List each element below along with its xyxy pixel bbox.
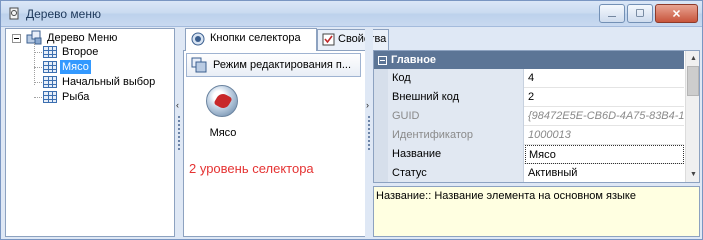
property-row-code[interactable]: Код 4 (374, 69, 684, 88)
property-name: Код (374, 69, 524, 88)
tree-connector (34, 82, 42, 83)
selector-level-label: 2 уровень селектора (189, 161, 314, 176)
tree-connector (34, 52, 42, 53)
scroll-up-icon[interactable]: ▲ (686, 51, 699, 66)
menu-tree[interactable]: Дерево Меню Второе Мясо Начальный выбор (5, 28, 175, 237)
splitter-grip[interactable] (178, 116, 180, 150)
client-area: Дерево Меню Второе Мясо Начальный выбор (3, 28, 700, 238)
category-header[interactable]: Главное (374, 51, 684, 69)
edit-mode-icon (191, 57, 207, 73)
property-value[interactable]: Активный (525, 164, 684, 182)
scroll-down-icon[interactable]: ▼ (686, 167, 699, 182)
tab-selector-buttons[interactable]: Кнопки селектора (185, 28, 317, 51)
menu-grid-icon (43, 46, 57, 58)
collapse-category-icon[interactable] (378, 56, 387, 65)
property-value[interactable]: 2 (525, 88, 684, 107)
selector-button-caption[interactable]: Мясо (206, 127, 240, 139)
app-window: Дерево меню — ☐ ✕ Дерево Меню Второе Мяс… (0, 0, 703, 240)
minimize-button[interactable]: — (599, 4, 625, 23)
category-label: Главное (391, 54, 437, 66)
tab-strip: Кнопки селектора Свойства (183, 28, 700, 51)
left-splitter[interactable]: ‹ (175, 28, 183, 237)
property-name: Статус (374, 164, 524, 182)
menu-grid-icon (43, 76, 57, 88)
property-grid-scrollbar[interactable]: ▲ ▼ (685, 51, 699, 182)
close-icon: ✕ (671, 8, 682, 20)
collapse-left-icon[interactable]: ‹ (176, 100, 179, 110)
tree-item-label: Рыба (62, 91, 90, 103)
tree-item-nachalny-vybor[interactable]: Начальный выбор (6, 75, 174, 89)
tree-connector (34, 97, 42, 98)
property-name: Название (374, 145, 524, 164)
collapse-toggle-icon[interactable] (12, 34, 21, 43)
property-row-external-code[interactable]: Внешний код 2 (374, 88, 684, 107)
property-row-identifier[interactable]: Идентификатор 1000013 (374, 126, 684, 145)
edit-mode-label: Режим редактирования п... (213, 59, 352, 71)
maximize-icon: ☐ (635, 8, 645, 19)
tab-label: Свойства (338, 33, 387, 45)
tab-properties[interactable]: Свойства (317, 29, 389, 50)
window-app-icon (9, 7, 19, 20)
menu-grid-icon (43, 61, 57, 73)
tree-root-label: Дерево Меню (47, 32, 118, 44)
property-row-guid[interactable]: GUID {98472E5E-CB6D-4A75-83B4-1 (374, 107, 684, 126)
selector-buttons-icon (191, 32, 205, 46)
property-name: GUID (374, 107, 524, 126)
minimize-icon: — (608, 11, 616, 21)
tree-item-myaso[interactable]: Мясо (6, 60, 174, 74)
tree-item-label: Мясо (60, 60, 91, 74)
tree-item-label: Второе (62, 46, 99, 58)
splitter-grip[interactable] (368, 116, 370, 150)
window-title: Дерево меню (26, 7, 101, 21)
property-grid[interactable]: Главное Код 4 Внешний код 2 GUID {98472E… (373, 50, 700, 183)
property-name: Идентификатор (374, 126, 524, 145)
tab-label: Кнопки селектора (210, 32, 301, 44)
meat-icon[interactable] (206, 85, 238, 117)
properties-check-icon (322, 33, 335, 46)
title-bar[interactable]: Дерево меню — ☐ ✕ (1, 1, 702, 27)
scroll-thumb[interactable] (687, 66, 699, 96)
tree-item-vtoroe[interactable]: Второе (6, 45, 174, 59)
maximize-button[interactable]: ☐ (627, 4, 653, 23)
right-splitter[interactable]: › (365, 28, 373, 237)
property-value: {98472E5E-CB6D-4A75-83B4-1 (528, 110, 684, 122)
collapse-right-icon[interactable]: › (366, 100, 369, 110)
edit-mode-button[interactable]: Режим редактирования п... (186, 53, 361, 77)
tree-item-label: Начальный выбор (62, 76, 156, 88)
property-name: Внешний код (374, 88, 524, 107)
tree-root[interactable]: Дерево Меню (6, 30, 174, 45)
menu-grid-icon (43, 91, 57, 103)
property-value[interactable]: 4 (525, 69, 684, 88)
property-row-name[interactable]: Название Мясо (374, 145, 684, 164)
tree-connector (34, 67, 42, 68)
property-value[interactable]: Мясо (525, 145, 684, 164)
close-button[interactable]: ✕ (655, 4, 698, 23)
property-description: Название:: Название элемента на основном… (373, 186, 700, 237)
property-row-status[interactable]: Статус Активный (374, 164, 684, 182)
tree-item-ryba[interactable]: Рыба (6, 90, 174, 104)
selector-panel: Режим редактирования п... Мясо 2 уровень… (183, 50, 366, 237)
property-value: 1000013 (528, 129, 571, 141)
